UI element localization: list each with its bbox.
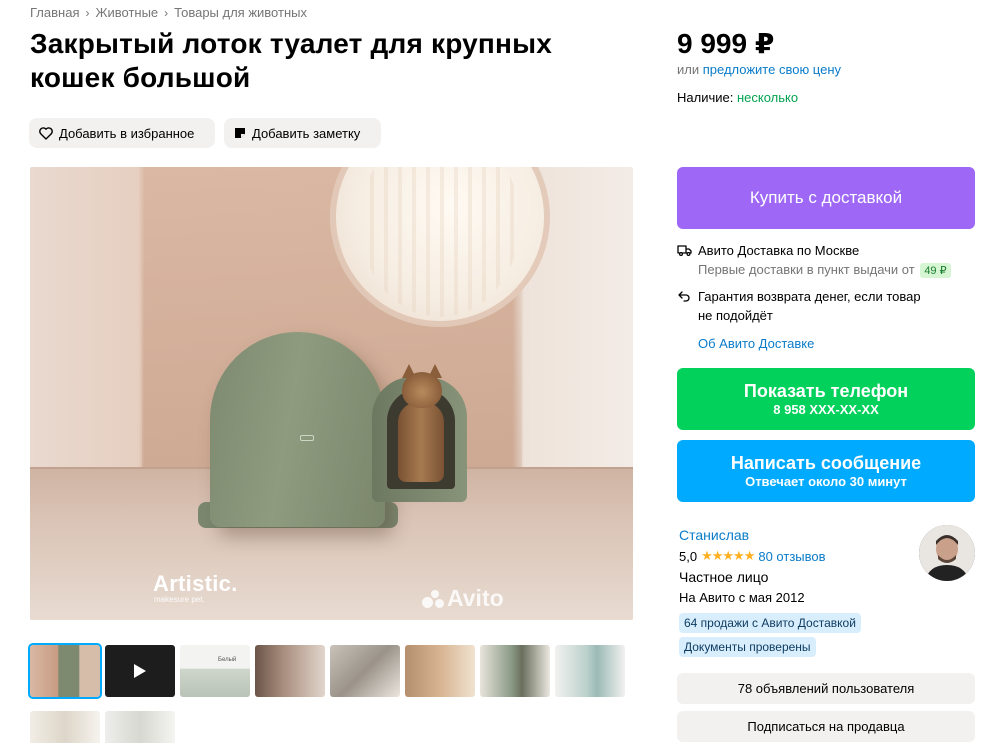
chevron-right-icon: › [164,5,169,20]
note-icon [235,128,245,138]
truck-icon [677,245,692,256]
person-avatar-icon [919,525,975,581]
offer-prefix: или [677,62,700,77]
avito-logo-icon [422,588,444,610]
cat-head [402,372,442,408]
heart-icon [39,126,53,140]
documents-verified-badge: Документы проверены [679,637,816,657]
add-note-button[interactable]: Добавить заметку [224,118,381,148]
litter-box-logo [300,435,314,441]
availability-value: несколько [736,90,799,105]
seller-rating: 5,0 ★★★★★ 80 отзывов [679,548,826,564]
guarantee-line-1: Гарантия возврата денег, если товар [698,289,921,304]
photo-brand-subtext: makesure pet. [154,595,205,604]
show-phone-button[interactable]: Показать телефон 8 958 XXX-XX-XX [677,368,975,430]
suggest-price-link[interactable]: предложите свою цену [703,62,841,77]
thumbnail-1[interactable] [28,643,102,699]
breadcrumb: Главная › Животные › Товары для животных [30,5,307,20]
thumbnail-4[interactable] [255,645,325,697]
seller-rating-value: 5,0 [679,548,698,564]
thumbnail-5[interactable] [330,645,400,697]
add-to-favorites-label: Добавить в избранное [59,125,195,141]
write-message-label: Написать сообщение [730,453,922,473]
seller-name[interactable]: Станислав [679,527,749,543]
price: 9 999 ₽ [677,28,775,59]
delivery-title: Авито Доставка по Москве [698,243,860,258]
seller-type: Частное лицо [679,569,769,585]
add-note-label: Добавить заметку [252,125,361,141]
avito-watermark: Avito [422,585,504,612]
seller-since: На Авито с мая 2012 [679,590,805,605]
delivery-first-text: Первые доставки в пункт выдачи от 49 ₽ [698,262,951,278]
availability: Наличие: несколько [677,90,798,105]
main-photo[interactable]: Artistic. makesure pet. Avito [30,167,633,620]
thumbnail-6[interactable] [405,645,475,697]
breadcrumb-home[interactable]: Главная [30,5,79,20]
breadcrumb-pet-goods[interactable]: Товары для животных [174,5,307,20]
thumbnail-3[interactable]: Белый [180,645,250,697]
thumbnail-8[interactable] [555,645,625,697]
thumbnail-9[interactable] [30,711,100,743]
chevron-right-icon: › [85,5,90,20]
thumbnail-3-label: Белый [218,657,237,663]
thumbnail-strip: Белый [28,643,633,743]
guarantee-line-2: не подойдёт [698,308,773,323]
response-time: Отвечает около 30 минут [745,474,907,489]
sales-badge: 64 продажи с Авито Доставкой [679,613,861,633]
user-listings-button[interactable]: 78 объявлений пользователя [677,673,975,704]
subscribe-seller-button[interactable]: Подписаться на продавца [677,711,975,742]
page-title: Закрытый лоток туалет для крупных кошек … [30,28,553,93]
seller-reviews-link[interactable]: 80 отзывов [758,549,825,564]
availability-label: Наличие: [677,90,734,105]
photo-brand-text: Artistic. [153,571,238,596]
about-avito-delivery-link[interactable]: Об Авито Доставке [698,336,814,351]
thumbnail-7[interactable] [480,645,550,697]
thumbnail-video[interactable] [105,645,175,697]
star-rating-icon: ★★★★★ [701,548,755,563]
litter-box-dome [210,332,385,527]
add-to-favorites-button[interactable]: Добавить в избранное [29,118,215,148]
show-phone-label: Показать телефон [743,381,909,401]
return-arrow-icon [678,291,690,302]
breadcrumb-animals[interactable]: Животные [95,5,158,20]
buy-with-delivery-button[interactable]: Купить с доставкой [677,167,975,229]
phone-number-masked: 8 958 XXX-XX-XX [773,402,879,417]
delivery-first-label: Первые доставки в пункт выдачи от [698,262,915,277]
thumbnail-10[interactable] [105,711,175,743]
cat-figure [390,364,450,482]
avito-watermark-text: Avito [447,585,504,611]
seller-avatar[interactable] [919,525,975,581]
cat-body [398,402,444,482]
play-icon [134,664,146,678]
delivery-price-badge: 49 ₽ [920,263,951,278]
price-offer: или предложите свою цену [677,62,841,77]
write-message-button[interactable]: Написать сообщение Отвечает около 30 мин… [677,440,975,502]
